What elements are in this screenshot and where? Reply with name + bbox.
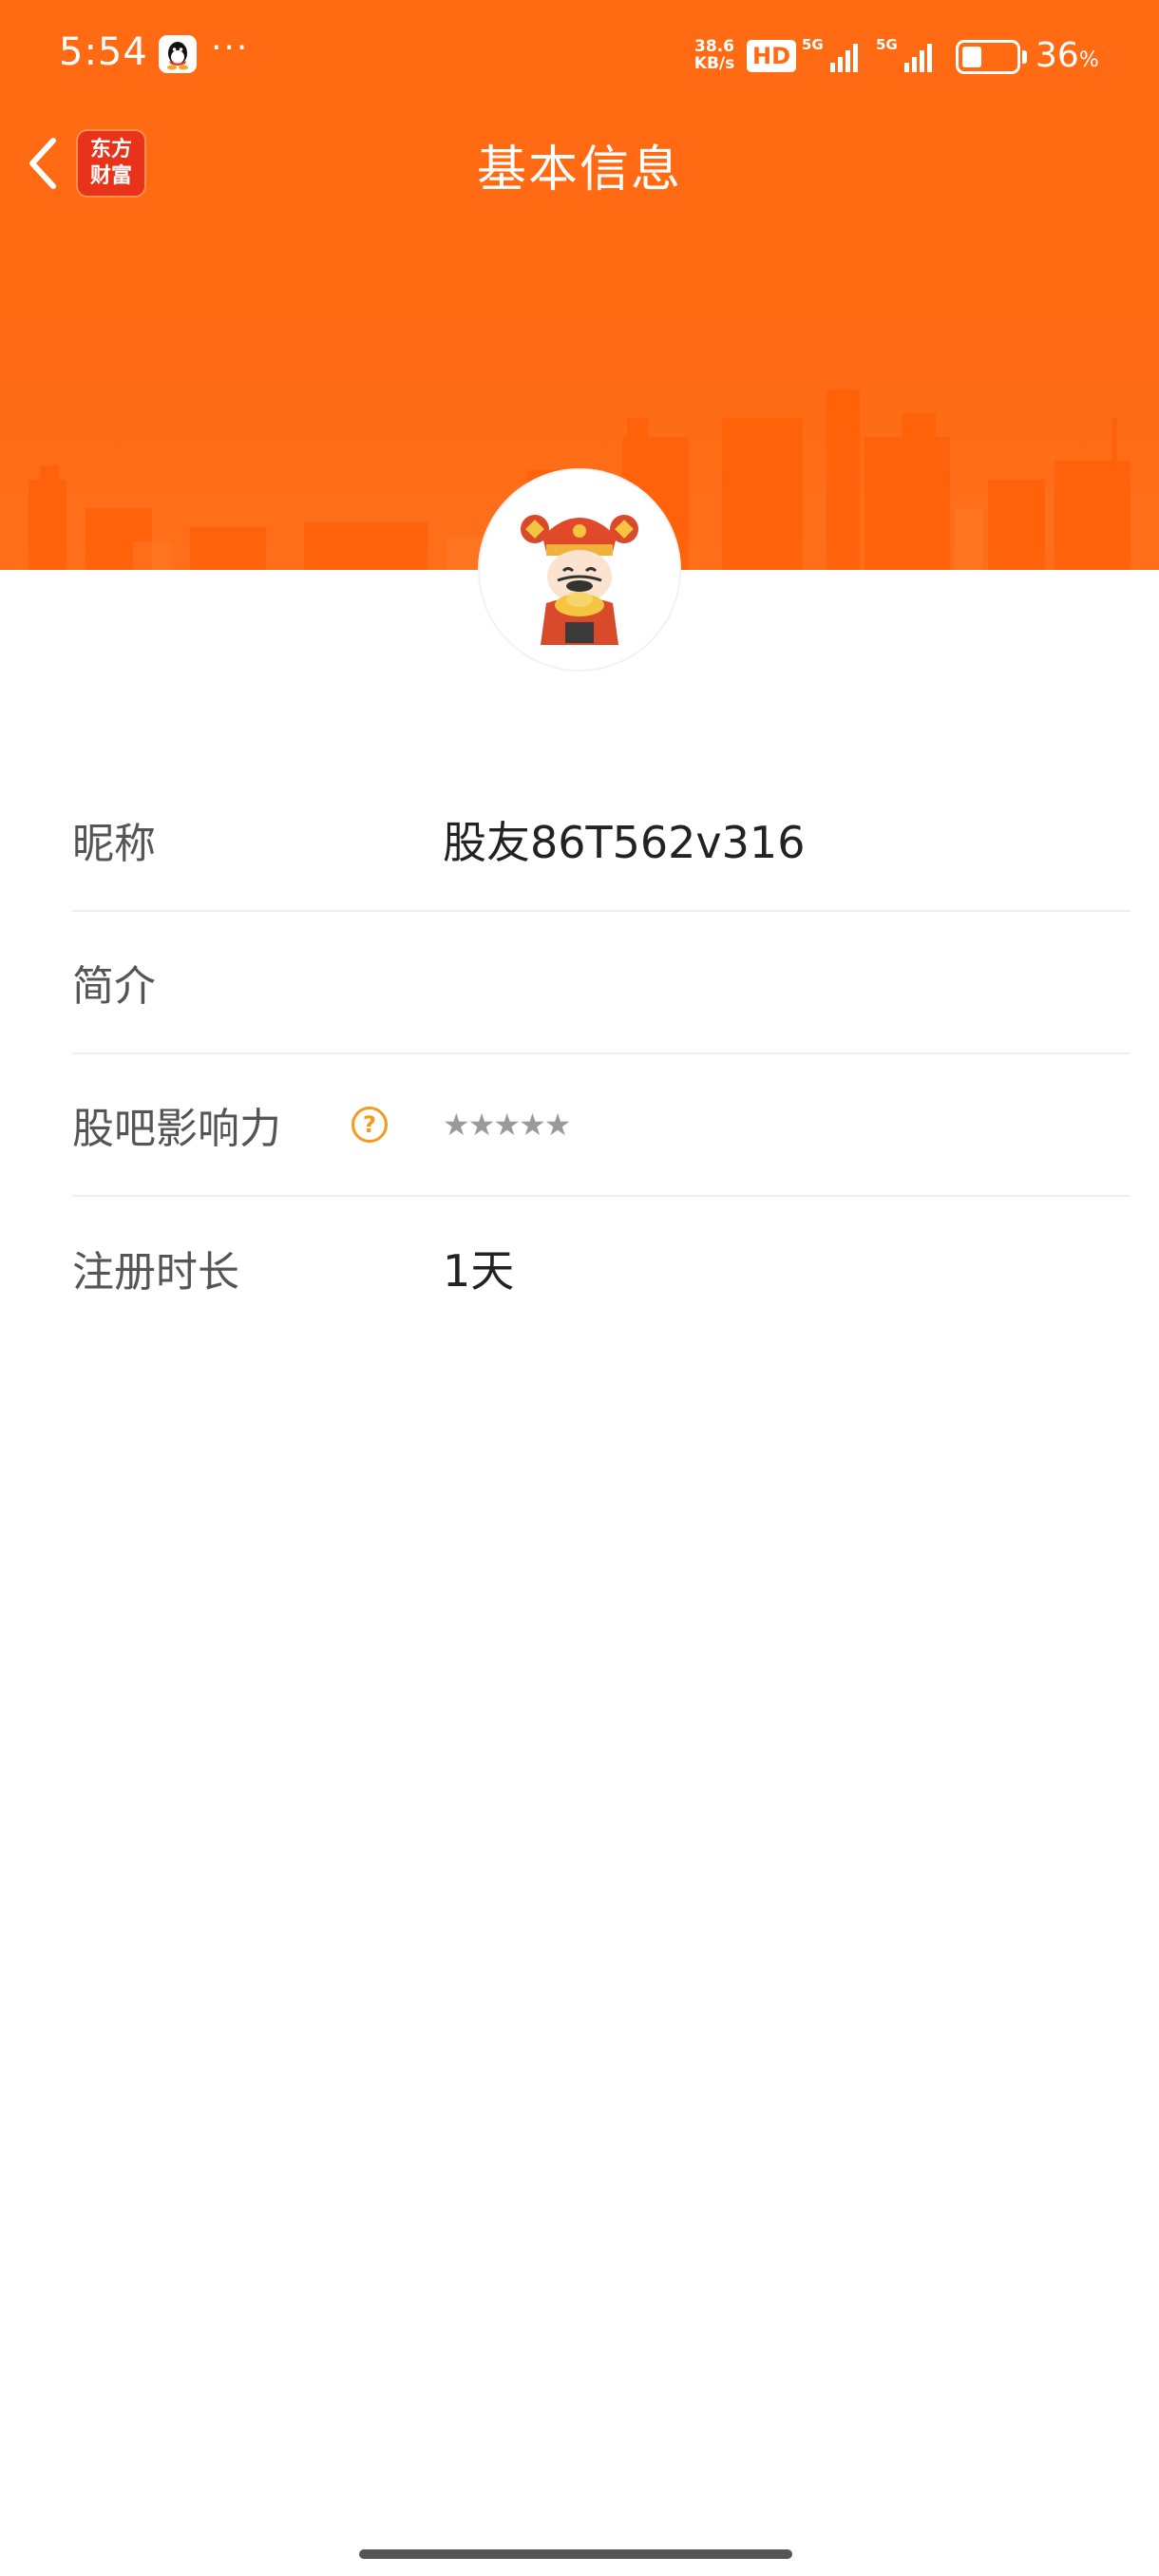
status-bar: 5:54 ··· 38.6 KB/s HD 5G 5G 36% [0, 0, 1159, 114]
caishen-avatar-icon [480, 470, 679, 670]
battery-unit: % [1078, 48, 1099, 72]
signal-strength-icon-2: 5G [876, 36, 932, 72]
info-row-influence: 股吧影响力 ? ★★★★★ [72, 1054, 1130, 1197]
hd-voice-badge: HD [747, 40, 797, 72]
home-indicator-bar[interactable] [359, 2549, 792, 2559]
nickname-value: 股友86T562v316 [443, 817, 806, 868]
register-duration-label: 注册时长 [72, 1248, 239, 1297]
user-avatar[interactable] [480, 470, 679, 670]
more-notifications-dots: ··· [211, 28, 250, 67]
network-type-label-2: 5G [876, 36, 898, 53]
network-speed-unit: KB/s [694, 54, 735, 73]
qq-notification-icon [159, 35, 197, 73]
battery-icon [956, 40, 1020, 74]
network-speed: 38.6 KB/s [688, 38, 741, 72]
battery-percentage: 36% [1036, 36, 1099, 75]
info-row-register-duration: 注册时长 1天 [72, 1197, 1130, 1339]
battery-value: 36 [1036, 36, 1079, 75]
network-speed-value: 38.6 [694, 37, 734, 56]
bio-label: 简介 [72, 962, 156, 1011]
status-time: 5:54 [59, 30, 148, 74]
nickname-label: 昵称 [72, 820, 156, 868]
battery-cap [1022, 50, 1027, 64]
signal-strength-icon: 5G [802, 36, 858, 72]
basic-info-list: 昵称 股友86T562v316 简介 股吧影响力 ? ★★★★★ 注册时长 1天 [72, 769, 1130, 1339]
influence-label: 股吧影响力 [72, 1105, 281, 1153]
register-duration-value: 1天 [443, 1245, 515, 1297]
influence-star-rating: ★★★★★ [443, 1107, 571, 1143]
info-row-bio[interactable]: 简介 [72, 912, 1130, 1054]
help-question-icon[interactable]: ? [352, 1107, 388, 1143]
page-title: 基本信息 [476, 142, 682, 199]
profile-basic-info-page: 5:54 ··· 38.6 KB/s HD 5G 5G 36% 东方 财富 基本… [0, 0, 1159, 2576]
network-type-label-1: 5G [802, 36, 824, 53]
battery-fill [962, 47, 981, 67]
info-row-nickname[interactable]: 昵称 股友86T562v316 [72, 769, 1130, 912]
